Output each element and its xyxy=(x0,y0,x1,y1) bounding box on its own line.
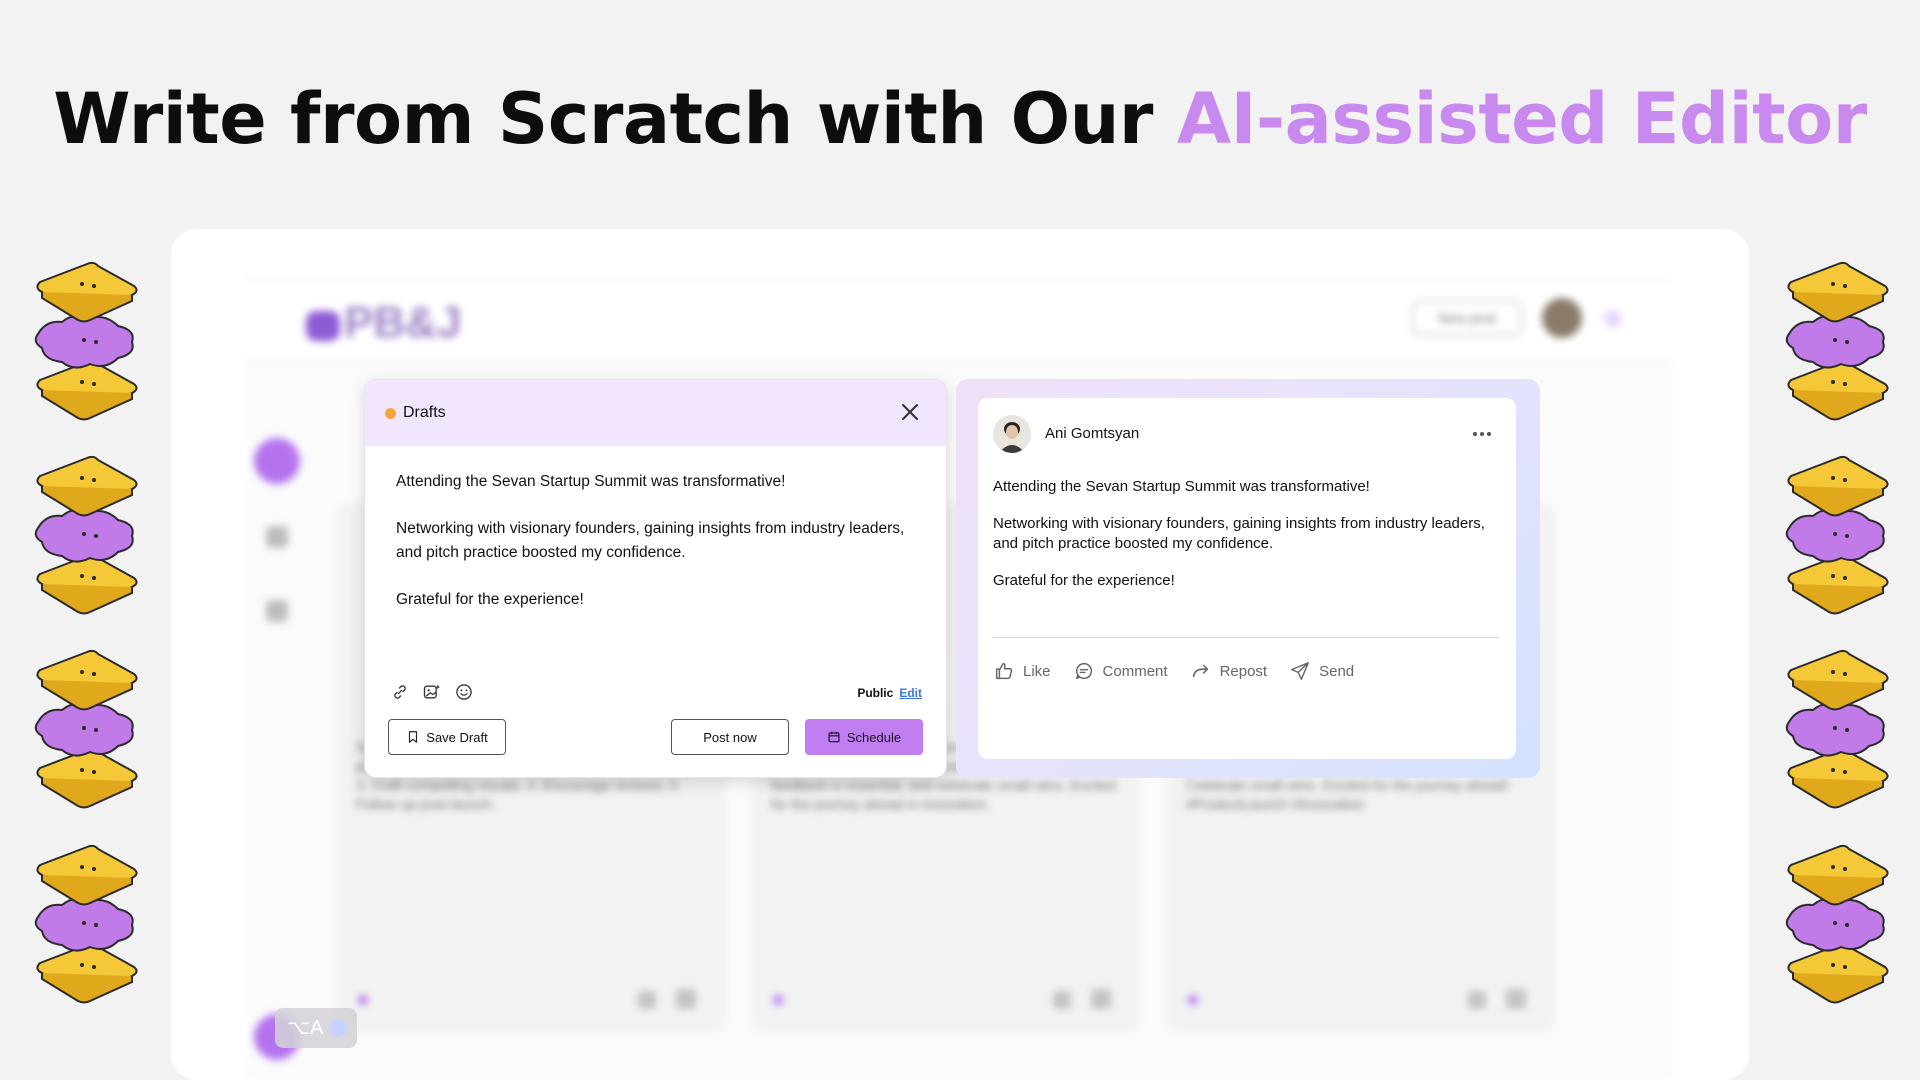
like-label: Like xyxy=(1023,662,1051,680)
delete-icon[interactable] xyxy=(676,989,696,1009)
delete-icon[interactable] xyxy=(1091,989,1111,1009)
draft-editor: Drafts Attending the Sevan Startup Summi… xyxy=(364,379,947,778)
app-topbar: PB&J New post xyxy=(246,278,1672,362)
editor-paragraph: Networking with visionary founders, gain… xyxy=(396,520,905,561)
headline-prefix: Write from Scratch with Our xyxy=(53,78,1177,160)
ai-shortcut-label: ⌥A xyxy=(287,1017,324,1039)
post-preview-card: Ani Gomtsyan Attending the Sevan Startup… xyxy=(978,398,1516,759)
schedule-label: Schedule xyxy=(846,729,902,745)
sidebar-drafts-icon[interactable] xyxy=(266,600,288,622)
close-icon[interactable] xyxy=(898,400,922,424)
sandwich-stack-icon xyxy=(32,258,142,422)
sandwich-stack-icon xyxy=(32,841,142,1005)
ai-shortcut-chip[interactable]: ⌥A xyxy=(275,1008,357,1048)
sidebar-calendar-icon[interactable] xyxy=(266,526,288,548)
delete-icon[interactable] xyxy=(1506,989,1526,1009)
preview-actions: Like Comment Repost Send xyxy=(993,660,1354,682)
post-card-status xyxy=(1188,995,1198,1005)
headline-accent: AI-assisted Editor xyxy=(1176,78,1867,160)
schedule-button[interactable]: Schedule xyxy=(805,719,923,755)
user-avatar[interactable] xyxy=(1542,298,1582,338)
editor-paragraph: Attending the Sevan Startup Summit was t… xyxy=(396,473,786,490)
image-sparkle-icon[interactable] xyxy=(422,682,442,702)
link-icon[interactable] xyxy=(390,682,410,702)
editor-paragraph: Grateful for the experience! xyxy=(396,591,584,608)
editor-header: Drafts xyxy=(365,380,946,446)
page-headline: Write from Scratch with Our AI-assisted … xyxy=(0,78,1920,160)
notification-dot xyxy=(1604,310,1622,328)
send-icon xyxy=(1291,662,1310,680)
preview-paragraph: Grateful for the experience! xyxy=(993,572,1175,589)
post-now-button[interactable]: Post now xyxy=(671,719,789,755)
save-draft-button[interactable]: Save Draft xyxy=(388,719,506,755)
edit-icon[interactable] xyxy=(638,991,656,1009)
edit-visibility-link[interactable]: Edit xyxy=(899,686,922,700)
sandwich-stack-icon xyxy=(1783,452,1893,616)
post-preview-panel: Ani Gomtsyan Attending the Sevan Startup… xyxy=(956,379,1540,778)
sidebar-compose-button[interactable] xyxy=(254,438,300,484)
repost-label: Repost xyxy=(1219,662,1268,680)
thumbs-up-icon xyxy=(995,662,1013,680)
like-action[interactable]: Like xyxy=(993,660,1051,682)
sandwich-stack-icon xyxy=(32,646,142,810)
ai-orb-icon xyxy=(329,1019,348,1037)
preview-body: Attending the Sevan Startup Summit was t… xyxy=(993,477,1493,608)
repost-icon xyxy=(1192,664,1208,678)
calendar-icon xyxy=(828,731,840,743)
bookmark-icon xyxy=(409,731,418,743)
save-draft-label: Save Draft xyxy=(426,729,488,745)
draft-status-dot xyxy=(385,408,396,419)
send-label: Send xyxy=(1319,662,1355,680)
logo-mark-icon xyxy=(306,311,340,341)
sandwich-stack-icon xyxy=(1783,258,1893,422)
edit-icon[interactable] xyxy=(1468,991,1486,1009)
repost-action[interactable]: Repost xyxy=(1190,660,1268,682)
sandwich-stack-icon xyxy=(1783,646,1893,810)
sandwich-stack-icon xyxy=(32,452,142,616)
send-action[interactable]: Send xyxy=(1289,660,1354,682)
logo-text: PB&J xyxy=(344,298,462,347)
new-post-button[interactable]: New post xyxy=(1412,300,1522,336)
editor-title: Drafts xyxy=(403,404,446,421)
visibility-setting: Public Edit xyxy=(857,686,922,700)
author-portrait-icon xyxy=(993,415,1031,453)
preview-divider xyxy=(993,637,1499,638)
editor-textarea[interactable]: Attending the Sevan Startup Summit was t… xyxy=(396,470,916,635)
visibility-label: Public xyxy=(857,686,894,700)
post-card-status xyxy=(773,995,783,1005)
editor-toolbar xyxy=(390,682,474,702)
comment-label: Comment xyxy=(1102,662,1168,680)
edit-icon[interactable] xyxy=(1053,991,1071,1009)
author-avatar xyxy=(993,415,1031,453)
app-logo: PB&J xyxy=(306,298,461,348)
comment-icon xyxy=(1075,662,1092,680)
sandwich-stack-icon xyxy=(1783,841,1893,1005)
preview-paragraph: Attending the Sevan Startup Summit was t… xyxy=(993,478,1370,495)
post-now-label: Post now xyxy=(703,729,757,745)
author-name[interactable]: Ani Gomtsyan xyxy=(1045,425,1139,442)
preview-paragraph: Networking with visionary founders, gain… xyxy=(993,515,1485,552)
emoji-icon[interactable] xyxy=(454,682,474,702)
comment-action[interactable]: Comment xyxy=(1073,660,1168,682)
more-options-icon[interactable] xyxy=(1470,424,1494,444)
post-card-status xyxy=(358,995,368,1005)
